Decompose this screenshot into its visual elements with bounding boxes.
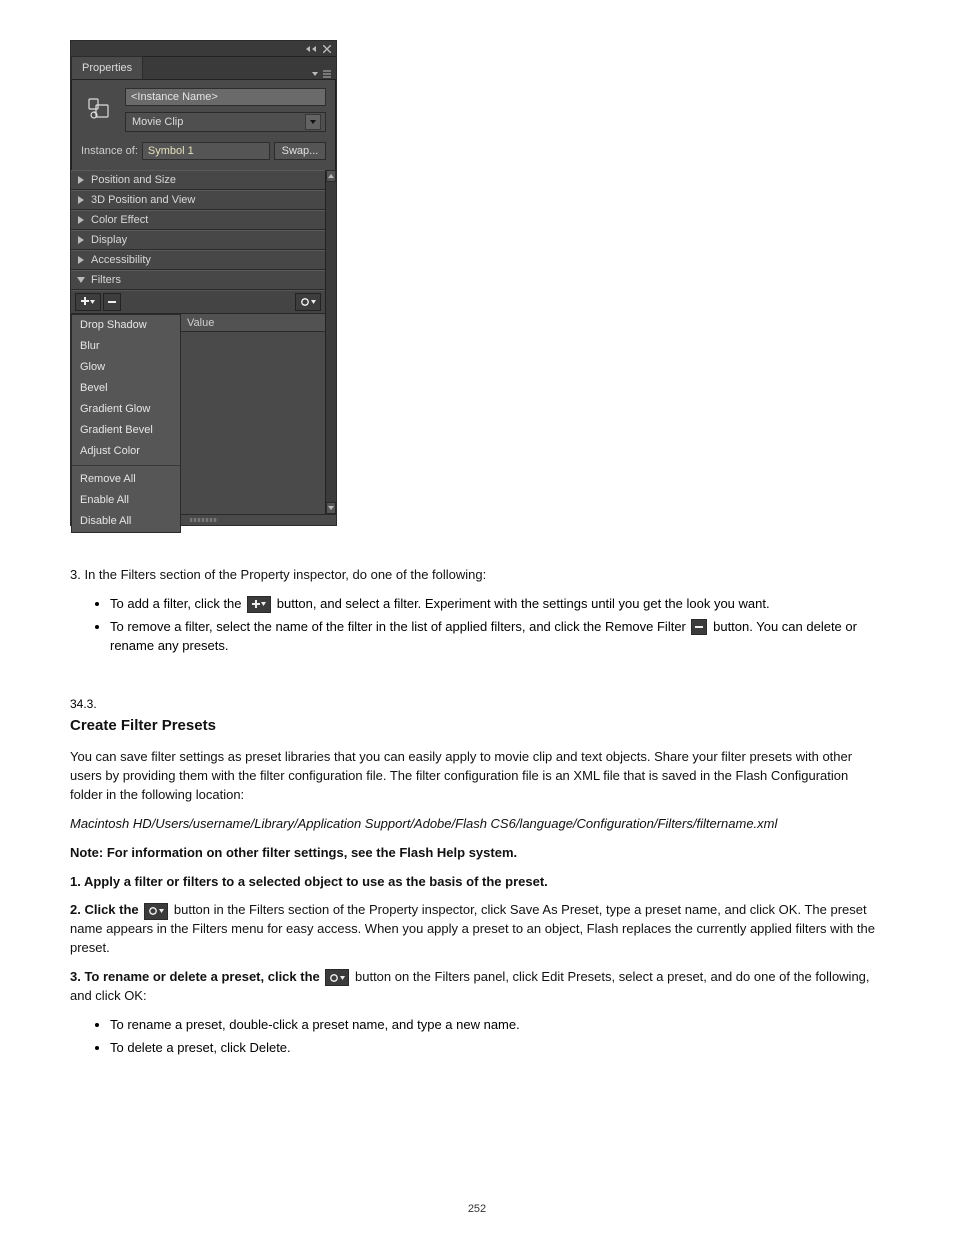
menu-item-drop-shadow[interactable]: Drop Shadow (72, 315, 180, 336)
collapse-icon[interactable] (306, 44, 316, 54)
step-3: 3. To rename or delete a preset, click t… (70, 968, 884, 1006)
sub-bullet-delete: To delete a preset, click Delete. (110, 1039, 884, 1058)
properties-panel: Properties <Instanc (70, 40, 337, 526)
symbol-type-dropdown[interactable]: Movie Clip (125, 112, 326, 132)
section-label: 3D Position and View (91, 194, 195, 206)
grip-icon (190, 518, 218, 522)
section-color-effect[interactable]: Color Effect (71, 210, 325, 230)
symbol-type-value: Movie Clip (132, 116, 183, 128)
twisty-right-icon (77, 196, 85, 204)
bullet-add-filter: To add a filter, click the button, and s… (110, 595, 884, 614)
menu-item-remove-all[interactable]: Remove All (72, 469, 180, 490)
sub-bullet-rename: To rename a preset, double-click a prese… (110, 1016, 884, 1035)
para-note: Note: For information on other filter se… (70, 844, 884, 863)
step-2: 2. Click the button in the Filters secti… (70, 901, 884, 958)
twisty-right-icon (77, 176, 85, 184)
section-filters[interactable]: Filters (71, 270, 325, 290)
menu-item-bevel[interactable]: Bevel (72, 378, 180, 399)
twisty-right-icon (77, 216, 85, 224)
remove-filter-button[interactable] (103, 293, 121, 311)
menu-item-adjust-color[interactable]: Adjust Color (72, 441, 180, 462)
chevron-down-icon (305, 114, 321, 130)
chevron-down-icon (310, 69, 320, 79)
step-1: 1. Apply a filter or filters to a select… (70, 873, 884, 892)
menu-item-blur[interactable]: Blur (72, 336, 180, 357)
section-3d-position[interactable]: 3D Position and View (71, 190, 325, 210)
section-position-size[interactable]: Position and Size (71, 170, 325, 190)
section-label: Position and Size (91, 174, 176, 186)
menu-item-disable-all[interactable]: Disable All (72, 511, 180, 532)
menu-item-enable-all[interactable]: Enable All (72, 490, 180, 511)
section-heading: Create Filter Presets (70, 717, 884, 734)
section-label: Filters (91, 274, 121, 286)
twisty-right-icon (77, 256, 85, 264)
add-filter-menu: Drop Shadow Blur Glow Bevel Gradient Glo… (71, 314, 181, 533)
filters-body: Value Drop Shadow Blur Glow Bevel Gradie… (71, 314, 325, 514)
instance-name-input[interactable]: <Instance Name> (125, 88, 326, 106)
panel-titlebar (71, 41, 336, 57)
panel-header: <Instance Name> Movie Clip (71, 80, 336, 138)
value-column-header: Value (181, 314, 325, 332)
twisty-right-icon (77, 236, 85, 244)
page-number: 252 (0, 1203, 954, 1215)
instance-of-value: Symbol 1 (142, 142, 270, 160)
document-body: 3. In the Filters section of the Propert… (70, 566, 884, 1057)
properties-tab-label: Properties (82, 62, 132, 74)
remove-filter-icon (691, 619, 707, 635)
bullet-remove-filter: To remove a filter, select the name of t… (110, 618, 884, 656)
properties-tab[interactable]: Properties (71, 56, 143, 79)
sections-area: Position and Size 3D Position and View C… (71, 170, 336, 514)
section-label: Display (91, 234, 127, 246)
para-intro: You can save filter settings as preset l… (70, 748, 884, 805)
movie-clip-icon (81, 90, 117, 126)
swap-button[interactable]: Swap... (274, 142, 326, 160)
para-path: Macintosh HD/Users/username/Library/Appl… (70, 815, 884, 834)
section-label: Color Effect (91, 214, 148, 226)
section-accessibility[interactable]: Accessibility (71, 250, 325, 270)
instance-of-label: Instance of: (81, 145, 138, 157)
menu-icon (322, 69, 332, 79)
add-filter-icon (247, 596, 271, 613)
scroll-down-icon[interactable] (326, 502, 336, 514)
close-icon[interactable] (322, 44, 332, 54)
menu-separator (72, 465, 180, 466)
twisty-down-icon (77, 276, 85, 284)
section-label: Accessibility (91, 254, 151, 266)
menu-item-glow[interactable]: Glow (72, 357, 180, 378)
menu-item-gradient-glow[interactable]: Gradient Glow (72, 399, 180, 420)
presets-gear-icon (325, 969, 349, 986)
section-number: 34.3. (70, 697, 884, 711)
step-3-lead: 3. In the Filters section of the Propert… (70, 566, 884, 585)
presets-gear-icon (144, 903, 168, 920)
filters-toolbar (71, 290, 325, 314)
filter-presets-button[interactable] (295, 293, 321, 311)
section-display[interactable]: Display (71, 230, 325, 250)
scroll-up-icon[interactable] (326, 170, 336, 182)
add-filter-button[interactable] (75, 293, 101, 311)
panel-tabbar: Properties (71, 57, 336, 80)
panel-scrollbar[interactable] (325, 170, 336, 514)
menu-item-gradient-bevel[interactable]: Gradient Bevel (72, 420, 180, 441)
panel-tab-menu[interactable] (310, 69, 336, 79)
instance-of-row: Instance of: Symbol 1 Swap... (71, 138, 336, 170)
